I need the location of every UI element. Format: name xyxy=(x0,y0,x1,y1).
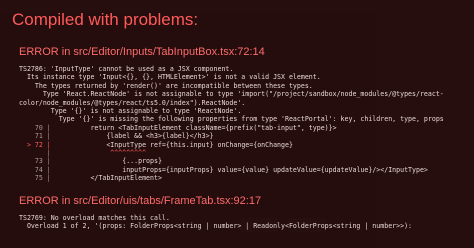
line-text: {...props} xyxy=(50,157,162,166)
error-code-line: 70 | return <TabInputElement className={… xyxy=(19,124,462,132)
line-text: return <TabInputElement className={prefi… xyxy=(50,123,337,132)
error-code-line: 71 | {label && <h3>{label}</h3>} xyxy=(19,132,462,140)
error-block-1: ERROR in src/Editor/Inputs/TabInputBox.t… xyxy=(12,46,462,183)
line-text: Type '{}' is missing the following prope… xyxy=(19,115,444,124)
error-code-line: Type '{}' is missing the following prope… xyxy=(19,115,462,123)
error-code-line: 74 | inputProps={inputProps} value={valu… xyxy=(19,166,462,174)
line-text: inputProps={inputProps} value={value} up… xyxy=(50,165,428,174)
line-text: Type 'React.ReactNode' is not assignable… xyxy=(19,90,444,99)
error-code-line: Its instance type 'Input<{}, {}, HTMLEle… xyxy=(19,73,462,81)
error-code: TS2769: No overload matches this call. O… xyxy=(19,214,462,231)
line-number-gutter: 70 | xyxy=(19,123,51,132)
line-number-gutter: 74 | xyxy=(19,165,51,174)
line-text: Overload 1 of 2, '(props: FolderProps<st… xyxy=(19,222,413,231)
error-code-line: 75 | </TabInputElement> xyxy=(19,174,462,182)
error-code-line: The types returned by 'render()' are inc… xyxy=(19,82,462,90)
line-text: <InputType ref={this.input} onChange={on… xyxy=(50,140,293,149)
error-code-line: Type '{}' is not assignable to type 'Rea… xyxy=(19,107,462,115)
line-text: </TabInputElement> xyxy=(50,174,162,183)
line-text: TS2769: No overload matches this call. xyxy=(19,213,170,222)
error-header: ERROR in src/Editor/uis/tabs/FrameTab.ts… xyxy=(19,194,262,207)
error-overlay: Compiled with problems: ERROR in src/Edi… xyxy=(0,0,474,248)
line-text: TS2786: 'InputType' cannot be used as a … xyxy=(19,65,234,73)
line-number-gutter: > 72 | xyxy=(19,140,51,149)
error-code-line: TS2786: 'InputType' cannot be used as a … xyxy=(19,65,462,73)
line-text: The types returned by 'render()' are inc… xyxy=(19,81,313,90)
line-text: ^^^^^^^^^ xyxy=(50,149,147,158)
line-number-gutter: 71 | xyxy=(19,132,51,141)
line-text: Its instance type 'Input<{}, {}, HTMLEle… xyxy=(19,73,321,82)
error-code-line: > 72 | <InputType ref={this.input} onCha… xyxy=(19,141,462,149)
line-text: {label && <h3>{label}</h3>} xyxy=(50,132,214,141)
error-code-line: color/node_modules/@types/react/ts5.0/in… xyxy=(19,99,462,107)
line-number-gutter: 75 | xyxy=(19,174,51,183)
error-code-line: | ^^^^^^^^^ xyxy=(19,149,462,157)
line-text: color/node_modules/@types/react/ts5.0/in… xyxy=(19,98,246,107)
line-number-gutter: 73 | xyxy=(19,157,51,166)
error-code-line: 73 | {...props} xyxy=(19,157,462,165)
error-code-line: TS2769: No overload matches this call. xyxy=(19,214,462,222)
error-header: ERROR in src/Editor/Inputs/TabInputBox.t… xyxy=(19,46,265,58)
error-code-line: Type 'React.ReactNode' is not assignable… xyxy=(19,90,462,98)
line-number-gutter: | xyxy=(19,149,51,158)
error-code-line: Overload 1 of 2, '(props: FolderProps<st… xyxy=(19,222,462,230)
overlay-title: Compiled with problems: xyxy=(12,10,199,29)
error-block-2: ERROR in src/Editor/uis/tabs/FrameTab.ts… xyxy=(12,195,462,231)
line-text: Type '{}' is not assignable to type 'Rea… xyxy=(19,107,242,116)
error-code: TS2786: 'InputType' cannot be used as a … xyxy=(19,65,462,183)
